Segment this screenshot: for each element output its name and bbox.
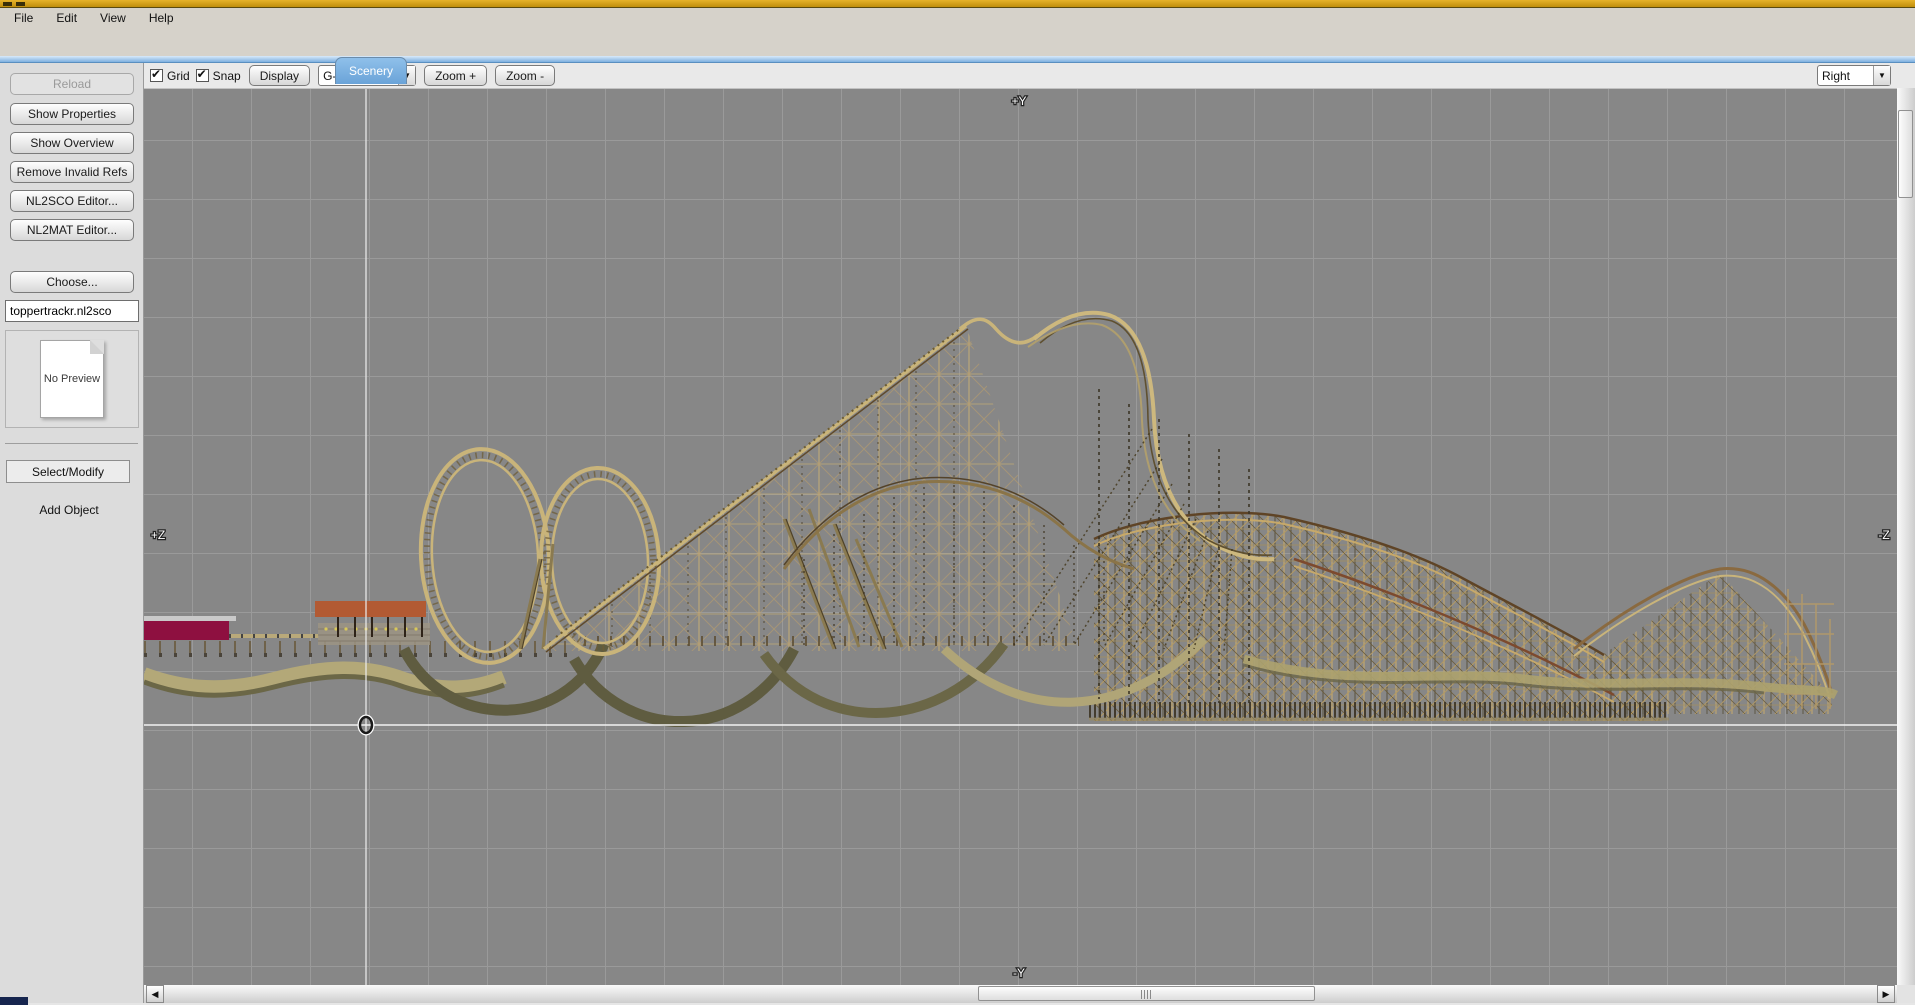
axis-label-right: -Z <box>1878 528 1889 542</box>
horizontal-scrollbar[interactable]: ◀ ▶ <box>144 985 1897 1003</box>
remove-invalid-refs-button[interactable]: Remove Invalid Refs <box>10 161 134 183</box>
grid-checkbox-label: Grid <box>167 69 190 83</box>
menu-file[interactable]: File <box>5 9 42 27</box>
main-tab-bar: Park Coaster Track Element Supports Terr… <box>0 28 1915 56</box>
scenery-sidebar: Reload Show Properties Show Overview Rem… <box>0 63 144 1005</box>
axis-label-top: +Y <box>1011 94 1026 108</box>
mode-tab-add-object[interactable]: Add Object <box>0 503 138 517</box>
vertical-scrollbar[interactable]: ▲ ▼ <box>1897 88 1915 985</box>
scenery-filename-field[interactable] <box>5 300 139 322</box>
display-button[interactable]: Display <box>249 65 310 86</box>
menu-view[interactable]: View <box>91 9 135 27</box>
snap-checkmark-icon: ✔ <box>197 67 207 81</box>
show-properties-button[interactable]: Show Properties <box>10 103 134 125</box>
editor-viewport[interactable]: +Y -Y +Z -Z <box>144 88 1897 985</box>
window-titlebar[interactable] <box>0 0 1915 8</box>
horizontal-scroll-thumb[interactable] <box>978 986 1315 1001</box>
no-preview-label: No Preview <box>41 373 103 385</box>
zoom-in-button[interactable]: Zoom + <box>424 65 487 86</box>
sidebar-divider <box>5 443 138 444</box>
zoom-out-button[interactable]: Zoom - <box>495 65 555 86</box>
window-menu-icon <box>16 2 25 6</box>
coaster-side-view-canvas: +Y -Y +Z -Z <box>144 89 1897 985</box>
axis-label-bottom: -Y <box>1013 966 1025 980</box>
scroll-right-arrow[interactable]: ▶ <box>1877 985 1895 1003</box>
cutoff-bottom-element <box>0 997 28 1005</box>
thumb-grip-icon <box>1141 990 1153 999</box>
grid-checkbox[interactable]: ✔ <box>150 69 163 82</box>
mode-tab-select-modify[interactable]: Select/Modify <box>6 460 130 483</box>
active-tab-highlight-strip <box>0 56 1915 63</box>
menu-bar: File Edit View Help <box>0 8 1915 28</box>
grid-checkmark-icon: ✔ <box>151 67 161 81</box>
tab-scenery[interactable]: Scenery <box>335 57 407 84</box>
grid-checkbox-group: ✔ Grid <box>150 69 190 83</box>
preview-panel: No Preview <box>5 330 139 428</box>
menu-edit[interactable]: Edit <box>47 9 86 27</box>
chevron-down-icon[interactable]: ▼ <box>1873 66 1890 85</box>
show-overview-button[interactable]: Show Overview <box>10 132 134 154</box>
snap-checkbox-label: Snap <box>213 69 241 83</box>
nolimits-editor-window: File Edit View Help Park Coaster Track E… <box>0 0 1915 1005</box>
viewport-toolbar: ✔ Grid ✔ Snap Display G-Force Comb ▼ Zoo… <box>144 63 1915 88</box>
reload-button[interactable]: Reload <box>10 73 134 95</box>
snap-checkbox-group: ✔ Snap <box>196 69 241 83</box>
choose-button[interactable]: Choose... <box>10 271 134 293</box>
view-direction-dropdown[interactable]: Right ▼ <box>1817 65 1891 86</box>
view-direction-value: Right <box>1818 69 1873 83</box>
no-preview-page-icon: No Preview <box>40 340 104 418</box>
nl2mat-editor-button[interactable]: NL2MAT Editor... <box>10 219 134 241</box>
page-fold-corner <box>90 340 104 354</box>
menu-help[interactable]: Help <box>140 9 183 27</box>
window-icon <box>3 2 12 6</box>
nl2sco-editor-button[interactable]: NL2SCO Editor... <box>10 190 134 212</box>
axis-label-left: +Z <box>151 528 165 542</box>
scroll-left-arrow[interactable]: ◀ <box>146 985 164 1003</box>
snap-checkbox[interactable]: ✔ <box>196 69 209 82</box>
vertical-scroll-thumb[interactable] <box>1898 110 1913 198</box>
scrollbar-corner <box>1897 985 1915 1005</box>
